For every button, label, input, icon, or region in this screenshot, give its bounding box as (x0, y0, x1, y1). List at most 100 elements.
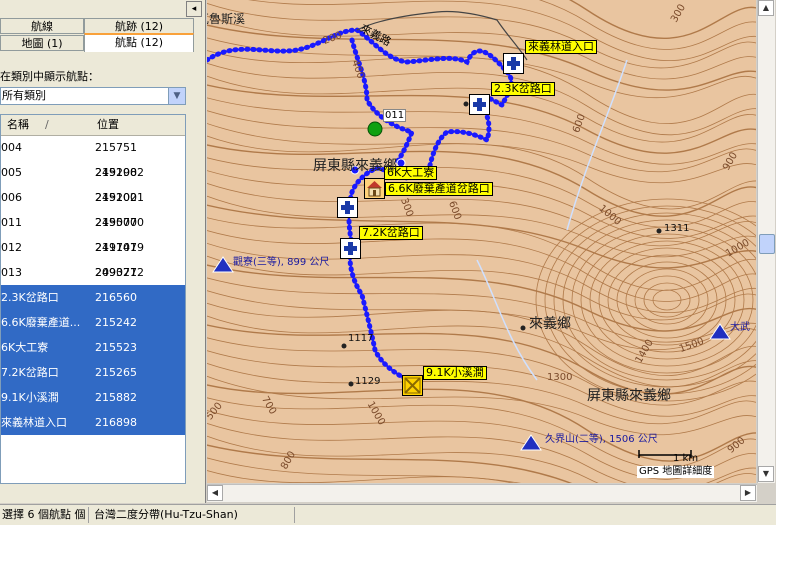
scroll-right-icon[interactable]: ▶ (740, 485, 756, 501)
list-item[interactable]: 6.6K廢棄產道...215242 2490653 (1, 310, 185, 354)
tab-maps[interactable]: 地圖 (1) (0, 35, 84, 51)
waypoint-position: 216898 2492063 (95, 416, 144, 454)
elevation-dot (656, 228, 662, 234)
waypoint-label-trail-entrance[interactable]: 來義林道入口 (525, 40, 597, 54)
list-item[interactable]: 013209327 2484413 (1, 260, 185, 304)
place-label: 瓦魯斯溪 (207, 12, 246, 26)
gps-track-line (207, 28, 513, 383)
peak-label: 久界山(二等), 1506 公尺 (545, 434, 658, 445)
list-item[interactable]: 004 215751 2491082 (1, 135, 185, 179)
list-header: 名稱 ∕ 位置 (1, 115, 185, 136)
place-label: 屏東縣來義鄉 (313, 158, 397, 174)
scroll-left-icon[interactable]: ◀ (207, 485, 223, 501)
waypoint-011-marker (367, 121, 383, 137)
waypoint-list: 名稱 ∕ 位置 004 215751 2491082 005 215290 24910… (0, 114, 186, 484)
list-item[interactable]: 6K大工寮215523 2490812 (1, 335, 185, 379)
list-item[interactable]: 006 215200 2490700 (1, 185, 185, 229)
waypoint-label-fork-2-3k[interactable]: 2.3K岔路口 (491, 82, 555, 96)
contour-line (207, 302, 756, 377)
waypoint-name: 013 (1, 266, 22, 279)
waypoint-name: 2.3K岔路口 (1, 291, 59, 304)
scale-label: 1 km (673, 453, 699, 464)
tab-waypoints[interactable]: 航點 (12) (84, 33, 194, 52)
contour-line (207, 84, 756, 154)
tab-tracks[interactable]: 航跡 (12) (84, 18, 194, 34)
contour-line (625, 268, 709, 332)
gps-track (207, 27, 514, 385)
waypoint-label-stream-9-1k[interactable]: 9.1K小溪澗 (423, 366, 487, 380)
collapse-panel-button[interactable]: ◂ (186, 1, 202, 17)
list-item[interactable]: 005 215290 2491021 (1, 160, 185, 204)
contour-lines (207, 0, 756, 483)
category-filter-value: 所有類別 (2, 89, 46, 102)
waypoint-name: 9.1K小溪澗 (1, 391, 59, 404)
elevation-label: 1129 (355, 376, 381, 387)
elevation-label: 1311 (664, 223, 690, 234)
terrain-svg (207, 0, 756, 483)
list-item[interactable]: 011 215507 2491419 (1, 210, 185, 254)
status-selection: 選擇 6 個航點 個 (0, 507, 89, 523)
tab-routes[interactable]: 航線 (0, 18, 84, 34)
list-item[interactable]: 2.3K岔路口216560 2491651 (1, 285, 185, 329)
first-aid-icon[interactable] (340, 238, 361, 259)
waypoint-name: 011 (1, 216, 22, 229)
waypoint-label-abandoned-road[interactable]: 6.6K廢棄產道岔路口 (385, 182, 493, 196)
scroll-down-icon[interactable]: ▼ (758, 466, 774, 482)
house-icon[interactable] (364, 178, 385, 199)
peak-label: 觀寮(三等), 899 公尺 (233, 257, 330, 268)
column-header-name[interactable]: 名稱 (7, 115, 29, 135)
waypoint-name: 來義林道入口 (1, 416, 67, 429)
elevation-dot (341, 343, 347, 349)
contour-line (207, 24, 756, 91)
waypoint-name: 7.2K岔路口 (1, 366, 59, 379)
scroll-up-icon[interactable]: ▲ (758, 0, 774, 16)
left-panel: 航線 航跡 (12) 地圖 (1) 航點 (12) ◂ 在類別中顯示航點： 所有… (0, 0, 206, 503)
map-detail-label: GPS 地圖詳細度 (637, 466, 715, 478)
contour-line (652, 289, 682, 311)
contour-line (207, 384, 756, 462)
filter-label: 在類別中顯示航點： (0, 70, 99, 83)
chevron-down-icon[interactable]: ▼ (168, 88, 185, 104)
waypoint-label-011[interactable]: 011 (383, 109, 407, 122)
contour-line (207, 135, 756, 210)
waypoint-name: 004 (1, 141, 22, 154)
first-aid-icon[interactable] (337, 197, 358, 218)
contour-label: 1300 (547, 372, 573, 383)
app-window: 航線 航跡 (12) 地圖 (1) 航點 (12) ◂ 在類別中顯示航點： 所有… (0, 0, 776, 525)
waypoint-name: 6.6K廢棄產道... (1, 316, 81, 329)
waypoint-name: 012 (1, 241, 22, 254)
first-aid-icon[interactable] (503, 53, 524, 74)
elevation-label: 1117 (348, 333, 374, 344)
first-aid-icon[interactable] (469, 94, 490, 115)
contour-line (589, 240, 745, 360)
sort-icon: ∕ (45, 118, 49, 131)
map-view[interactable]: 來義林道入口 2.3K岔路口 6K大工寮 6.6K廢棄產道岔路口 7.2K岔路口… (207, 0, 756, 483)
list-item[interactable]: 7.2K岔路口215265 2490230 (1, 360, 185, 404)
status-bar: 選擇 6 個航點 個 台灣二度分帶(Hu-Tzu-Shan) (0, 504, 776, 525)
waypoint-name: 006 (1, 191, 22, 204)
map-vertical-scrollbar[interactable]: ▲ ▼ (757, 0, 775, 483)
crossing-icon[interactable] (402, 375, 423, 396)
contour-line (538, 0, 756, 50)
peak-label: 大武 (730, 322, 750, 333)
waypoint-label-fork-7-2k[interactable]: 7.2K岔路口 (359, 226, 423, 240)
vertical-scroll-thumb[interactable] (759, 234, 775, 254)
contour-line (207, 37, 756, 99)
map-horizontal-scrollbar[interactable]: ◀ ▶ (207, 484, 757, 502)
list-item[interactable]: 012 211707 2490712 (1, 235, 185, 279)
waypoint-name: 6K大工寮 (1, 341, 49, 354)
list-item[interactable]: 9.1K小溪澗215882 2488852 (1, 385, 185, 429)
column-header-position[interactable]: 位置 (97, 115, 119, 135)
elevation-dot (520, 325, 526, 331)
contour-line (207, 277, 756, 343)
elevation-dot (463, 101, 469, 107)
place-label: 來義鄉 (529, 316, 571, 332)
status-datum: 台灣二度分帶(Hu-Tzu-Shan) (92, 507, 295, 523)
waypoint-name: 005 (1, 166, 22, 179)
place-label: 屏東縣來義鄉 (587, 388, 671, 404)
elevation-dot (348, 381, 354, 387)
contour-line (535, 198, 756, 402)
peak-icon-jiujie (520, 434, 542, 451)
category-filter-select[interactable]: 所有類別 ▼ (0, 87, 186, 105)
list-item[interactable]: 來義林道入口 216898 2492063 (1, 410, 185, 454)
